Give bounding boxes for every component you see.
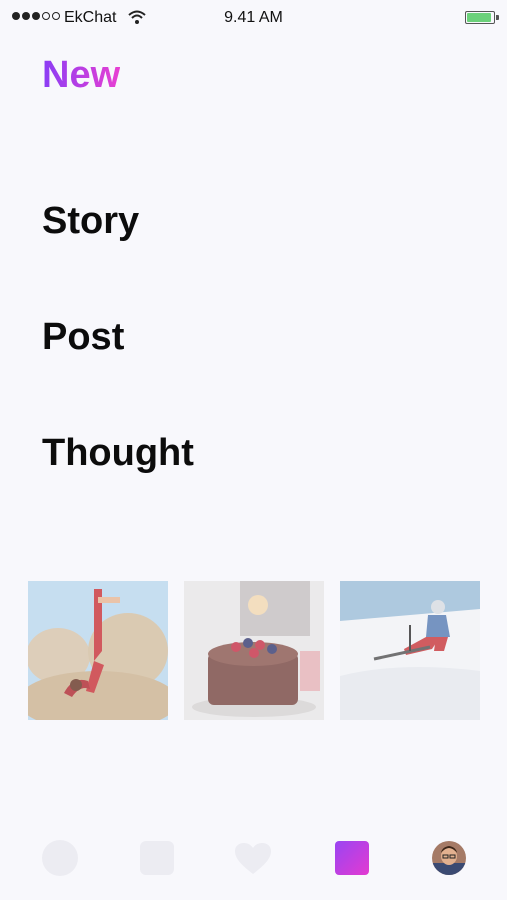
option-story[interactable]: Story [42, 200, 139, 243]
status-bar: EkChat 9.41 AM [0, 0, 507, 36]
page-title: New [42, 54, 121, 96]
chat-icon[interactable] [140, 841, 174, 875]
new-icon[interactable] [335, 841, 369, 875]
home-icon[interactable] [42, 840, 78, 876]
thumbnail-cake[interactable] [184, 581, 324, 720]
thumbnail-skier[interactable] [340, 581, 480, 720]
profile-avatar[interactable] [432, 841, 466, 875]
thumbnail-yoga[interactable] [28, 581, 168, 720]
battery-nub [496, 15, 499, 20]
yoga-photo-icon [28, 581, 168, 720]
battery-icon [465, 11, 495, 24]
option-thought[interactable]: Thought [42, 432, 194, 475]
cake-photo-icon [184, 581, 324, 720]
recent-photos [28, 581, 480, 720]
option-post[interactable]: Post [42, 316, 124, 359]
tab-bar [0, 830, 507, 890]
heart-icon[interactable] [234, 842, 272, 881]
status-time: 9.41 AM [224, 9, 283, 26]
skier-photo-icon [340, 581, 480, 720]
